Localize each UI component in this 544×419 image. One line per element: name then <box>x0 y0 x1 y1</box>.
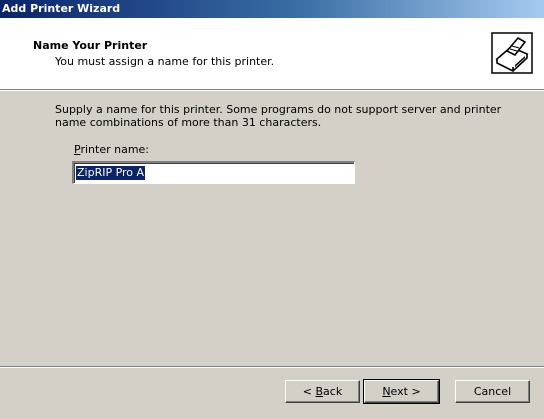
cancel-button[interactable]: Cancel <box>455 380 530 403</box>
printer-name-value: ZipRIP Pro A <box>76 166 146 180</box>
page-subtitle: You must assign a name for this printer. <box>55 55 275 68</box>
window-title: Add Printer Wizard <box>2 2 121 15</box>
printer-wizard-icon <box>491 32 533 74</box>
header-divider <box>0 89 544 91</box>
page-title: Name Your Printer <box>33 39 148 52</box>
add-printer-wizard-window: Add Printer Wizard Name Your Printer You… <box>0 0 544 419</box>
footer-divider <box>0 366 544 368</box>
title-bar[interactable]: Add Printer Wizard <box>0 0 544 18</box>
next-button[interactable]: Next > <box>363 379 440 404</box>
printer-name-label-rest: rinter name: <box>80 143 150 156</box>
back-button-rest: ack <box>323 385 343 398</box>
printer-name-label: Printer name: <box>74 143 149 156</box>
back-button-prefix: < <box>302 385 316 398</box>
wizard-header: Name Your Printer You must assign a name… <box>0 18 544 89</box>
instruction-text: Supply a name for this printer. Some pro… <box>55 103 502 129</box>
printer-name-input[interactable]: ZipRIP Pro A <box>72 161 355 184</box>
next-button-rest: ext > <box>390 385 421 398</box>
back-button[interactable]: < Back <box>285 380 360 403</box>
back-button-mnemonic: B <box>315 385 324 398</box>
next-button-mnemonic: N <box>382 385 391 398</box>
